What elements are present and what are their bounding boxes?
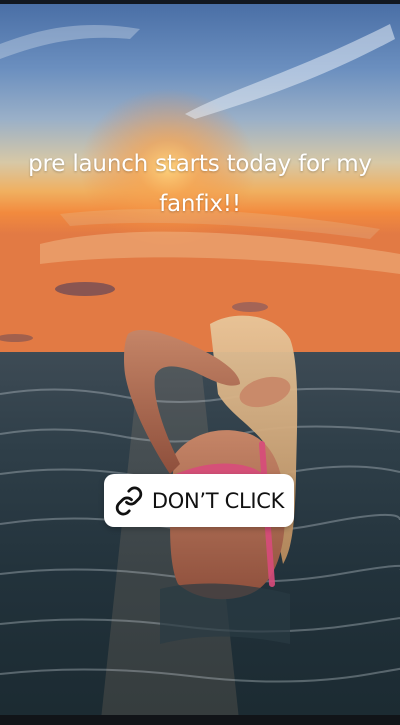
sunset-ocean-photo [0, 4, 400, 725]
link-icon [114, 486, 144, 516]
link-sticker-label: DON’T CLICK [151, 488, 285, 513]
link-sticker-button[interactable]: DON’T CLICK [104, 474, 294, 527]
story-view: pre launch starts today for my fanfix!! … [0, 0, 400, 725]
bottom-bar [0, 715, 400, 725]
story-caption: pre launch starts today for my fanfix!! [28, 151, 372, 217]
